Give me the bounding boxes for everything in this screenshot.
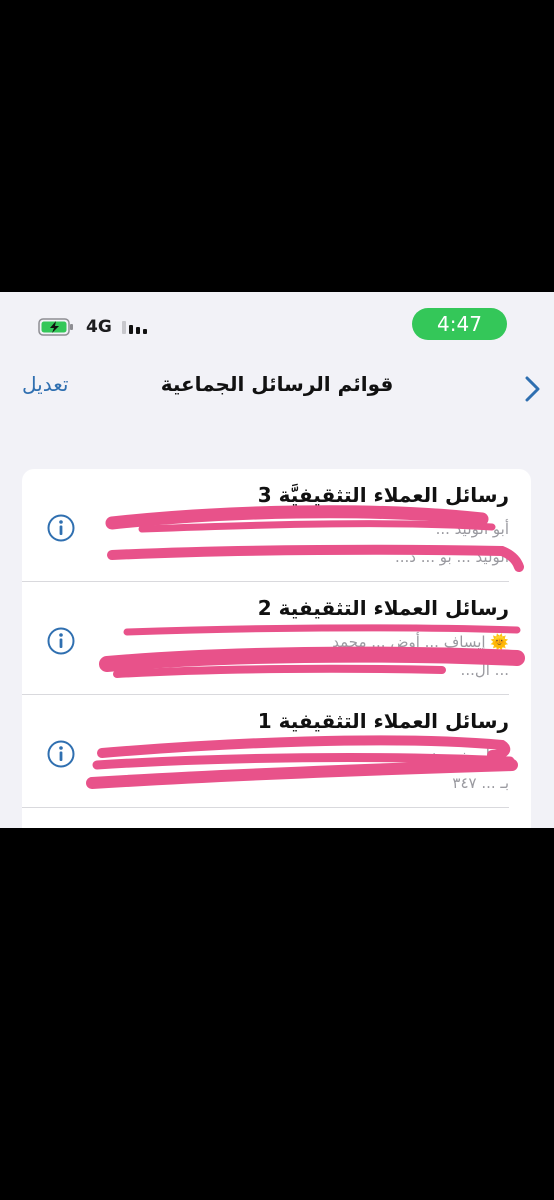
preview-line: أبو الوليد ... bbox=[435, 520, 509, 538]
info-icon[interactable] bbox=[46, 626, 76, 656]
time-pill: 4:47 bbox=[412, 308, 507, 340]
list-item[interactable]: رسائل العملاء التثقيفية 2 🌞 إيساف ... أو… bbox=[22, 582, 531, 695]
info-icon[interactable] bbox=[46, 513, 76, 543]
list-item-partial[interactable] bbox=[22, 808, 531, 828]
status-bar: 4G 4:47 bbox=[0, 292, 554, 362]
list-preview: ... أ... ز... ن بـ ... ٣٤٧ bbox=[82, 741, 509, 797]
list-title: رسائل العملاء التثقيفيَّة 3 bbox=[257, 483, 509, 507]
phone-screen: 4G 4:47 تعديل قوائم الرسائل الجماعية رسا… bbox=[0, 292, 554, 828]
page-title: قوائم الرسائل الجماعية bbox=[160, 372, 394, 396]
network-type-label: 4G bbox=[86, 317, 112, 337]
preview-line: بـ ... ٣٤٧ bbox=[452, 774, 509, 792]
list-preview: أبو الوليد ... الوليد ... بو ... د... bbox=[82, 515, 509, 571]
chevron-right-icon[interactable] bbox=[521, 374, 543, 404]
list-title: رسائل العملاء التثقيفية 2 bbox=[257, 596, 509, 620]
list-title: رسائل العملاء التثقيفية 1 bbox=[257, 709, 509, 733]
list-preview: 🌞 إيساف ... أوض ... محمد ... ال... bbox=[82, 628, 509, 684]
signal-bars-icon bbox=[122, 321, 147, 334]
list-item[interactable]: رسائل العملاء التثقيفيَّة 3 أبو الوليد .… bbox=[22, 469, 531, 582]
list-item[interactable]: رسائل العملاء التثقيفية 1 ... أ... ز... … bbox=[22, 695, 531, 808]
battery-charging-icon bbox=[38, 318, 73, 336]
preview-line: الوليد ... بو ... د... bbox=[394, 548, 509, 566]
preview-line: 🌞 إيساف ... أوض ... محمد bbox=[332, 633, 509, 651]
navigation-bar: تعديل قوائم الرسائل الجماعية bbox=[0, 362, 554, 418]
preview-line: ... أ... ز... ن bbox=[429, 746, 509, 764]
info-icon[interactable] bbox=[46, 739, 76, 769]
broadcast-lists-card: رسائل العملاء التثقيفيَّة 3 أبو الوليد .… bbox=[22, 469, 531, 828]
preview-line: ... ال... bbox=[460, 661, 509, 679]
